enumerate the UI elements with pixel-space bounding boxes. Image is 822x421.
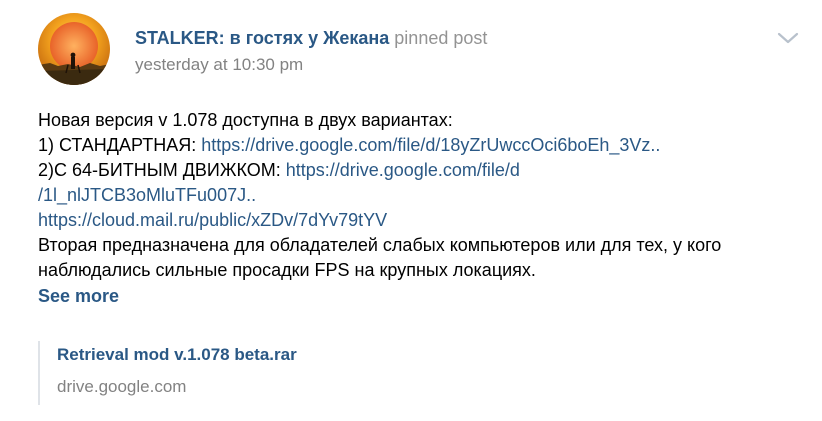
download-link-64bit[interactable]: https://drive.google.com/file/d (286, 160, 520, 180)
group-avatar-icon[interactable] (38, 13, 110, 85)
chevron-down-icon[interactable] (776, 30, 800, 46)
post-text-line: /1l_nlJTCB3oMluTFu007J.. (38, 183, 808, 208)
post-text-line: Новая версия v 1.078 доступна в двух вар… (38, 108, 808, 133)
post-header: STALKER: в гостях у Жекана pinned post y… (135, 26, 487, 76)
pinned-label: pinned post (394, 28, 488, 48)
line-text: 1) СТАНДАРТНАЯ: (38, 135, 202, 155)
author-link[interactable]: STALKER: в гостях у Жекана (135, 28, 389, 48)
post-text-line: 2)С 64-БИТНЫМ ДВИЖКОМ: https://drive.goo… (38, 158, 808, 183)
post-text-line: Вторая предназначена для обладателей сла… (38, 233, 808, 258)
attachment-title[interactable]: Retrieval mod v.1.078 beta.rar (57, 343, 297, 367)
line-text: Вторая предназначена для обладателей сла… (38, 235, 722, 255)
attachment-domain: drive.google.com (57, 377, 187, 396)
post-title-line: STALKER: в гостях у Жекана pinned post (135, 26, 487, 50)
avatar-image (38, 13, 110, 85)
post-date[interactable]: yesterday at 10:30 pm (135, 54, 487, 76)
post-text-line: https://cloud.mail.ru/public/xZDv/7dYv79… (38, 208, 808, 233)
link-attachment[interactable]: Retrieval mod v.1.078 beta.rar drive.goo… (38, 341, 297, 405)
wall-post: STALKER: в гостях у Жекана pinned post y… (0, 0, 822, 421)
see-more-link[interactable]: See more (38, 284, 808, 308)
download-link-standard[interactable]: https://drive.google.com/file/d/18yZrUwc… (201, 135, 660, 155)
line-text: наблюдались сильные просадки FPS на круп… (38, 260, 536, 280)
post-text-line: 1) СТАНДАРТНАЯ: https://drive.google.com… (38, 133, 808, 158)
line-text: 2)С 64-БИТНЫМ ДВИЖКОМ: (38, 160, 286, 180)
line-text: Новая версия v 1.078 доступна в двух вар… (38, 110, 453, 130)
post-text: Новая версия v 1.078 доступна в двух вар… (38, 108, 808, 308)
cloud-mail-link[interactable]: https://cloud.mail.ru/public/xZDv/7dYv79… (38, 210, 387, 230)
download-link-64bit-continued[interactable]: /1l_nlJTCB3oMluTFu007J.. (38, 185, 256, 205)
post-text-line: наблюдались сильные просадки FPS на круп… (38, 258, 808, 283)
